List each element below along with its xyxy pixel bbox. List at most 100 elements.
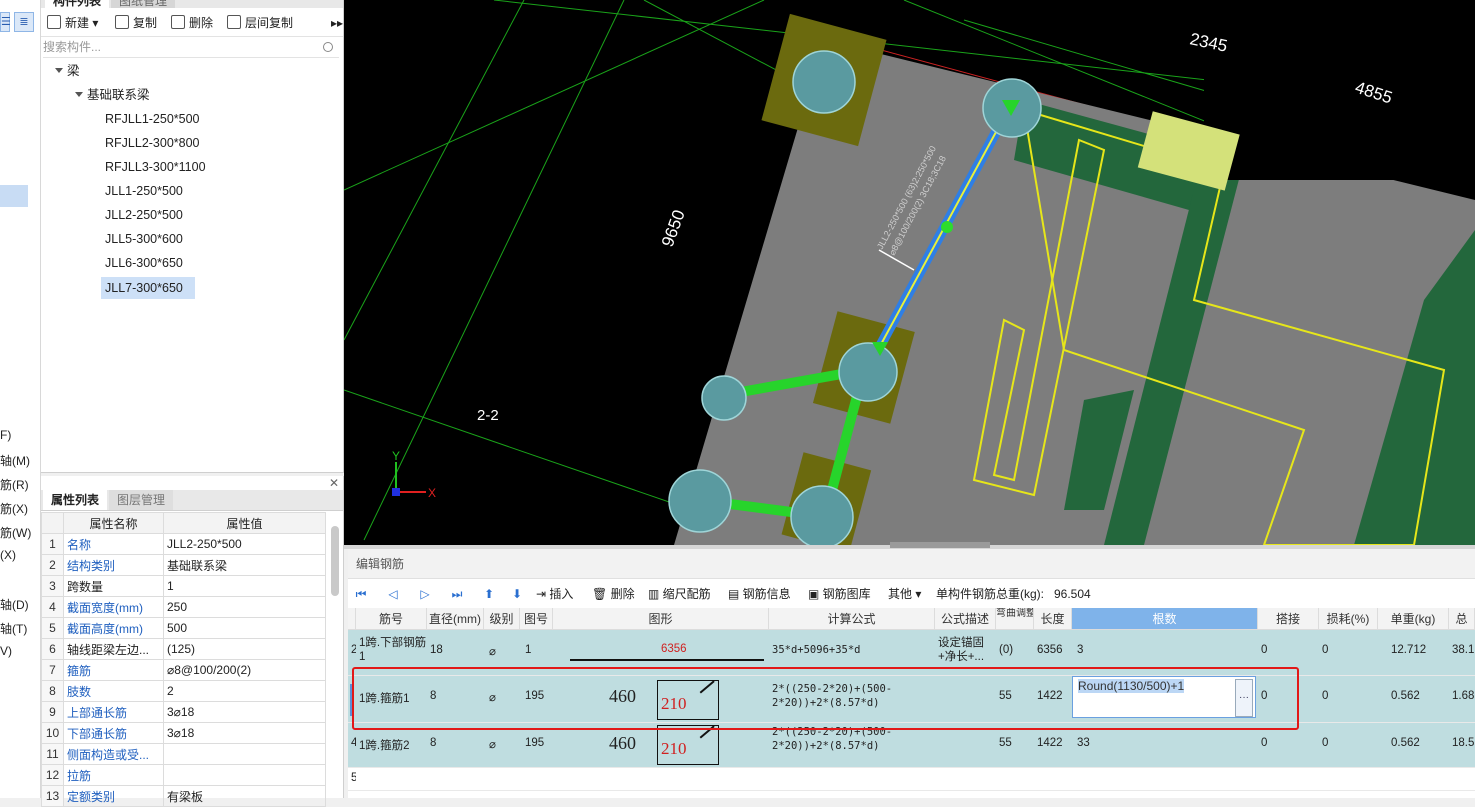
rebar-figure-no[interactable]: 1 bbox=[522, 644, 531, 656]
property-row[interactable]: 9 上部通长筋 3⌀18 bbox=[41, 701, 326, 723]
rebar-length[interactable]: 1422 bbox=[1034, 737, 1063, 749]
rebar-loss[interactable]: 0 bbox=[1319, 644, 1328, 656]
tree-item[interactable]: RFJLL3-300*1100 bbox=[105, 156, 206, 178]
nav-label[interactable]: F) bbox=[0, 428, 11, 442]
property-value[interactable]: 2 bbox=[163, 680, 326, 702]
property-value[interactable]: 250 bbox=[163, 596, 326, 618]
col-length[interactable]: 长度 bbox=[1034, 608, 1072, 630]
rebar-lap[interactable]: 0 bbox=[1258, 690, 1267, 702]
rebar-grade[interactable]: ⌀ bbox=[486, 690, 496, 704]
rebar-grade[interactable]: ⌀ bbox=[486, 737, 496, 751]
table-row-selected[interactable]: 1跨.箍筋1 8 ⌀ 195 460 210 2*((250-2*20)+(50… bbox=[348, 676, 1475, 723]
property-value[interactable]: JLL2-250*500 bbox=[163, 533, 326, 555]
move-up-icon[interactable]: ⬆ bbox=[482, 586, 496, 602]
rebar-diameter[interactable]: 8 bbox=[427, 737, 436, 749]
property-row[interactable]: 10 下部通长筋 3⌀18 bbox=[41, 722, 326, 744]
count-edit-value[interactable]: Round(1130/500)+1 bbox=[1078, 679, 1185, 693]
list-view-icon[interactable]: ☰ bbox=[0, 12, 11, 32]
nav-label[interactable]: 轴(D) bbox=[0, 596, 29, 613]
col-formula-desc[interactable]: 公式描述 bbox=[935, 608, 996, 630]
rebar-figure-no[interactable]: 195 bbox=[522, 737, 544, 749]
rebar-length[interactable]: 1422 bbox=[1034, 690, 1063, 702]
rebar-diameter[interactable]: 18 bbox=[427, 644, 443, 656]
property-row[interactable]: 11 侧面构造或受... bbox=[41, 743, 326, 765]
new-button[interactable]: 新建 ▾ bbox=[47, 14, 98, 32]
property-value[interactable]: 3⌀18 bbox=[163, 701, 326, 723]
tree-item[interactable]: JLL1-250*500 bbox=[105, 180, 183, 202]
property-value[interactable] bbox=[163, 743, 326, 765]
collapse-icon[interactable] bbox=[55, 68, 63, 73]
col-diameter[interactable]: 直径(mm) bbox=[427, 608, 484, 630]
property-row[interactable]: 7 箍筋 ⌀8@100/200(2) bbox=[41, 659, 326, 681]
property-value[interactable]: 基础联系梁 bbox=[163, 554, 326, 576]
close-icon[interactable]: ✕ bbox=[329, 476, 339, 490]
property-row[interactable]: 3 跨数量 1 bbox=[41, 575, 326, 597]
bend-adjust[interactable]: 55 bbox=[996, 690, 1012, 702]
floor-copy-button[interactable]: 层间复制 bbox=[227, 14, 293, 32]
rebar-figure-no[interactable]: 195 bbox=[522, 690, 544, 702]
table-row[interactable]: 2 1跨.下部钢筋1 18 ⌀ 1 6356 35*d+5096+35*d 设定… bbox=[348, 630, 1475, 676]
property-row[interactable]: 4 截面宽度(mm) 250 bbox=[41, 596, 326, 618]
col-unit-weight[interactable]: 单重(kg) bbox=[1378, 608, 1449, 630]
property-value[interactable] bbox=[163, 764, 326, 786]
col-grade[interactable]: 级别 bbox=[484, 608, 520, 630]
col-bend-adjust[interactable]: 弯曲调整 bbox=[996, 608, 1034, 630]
col-total-weight[interactable]: 总 bbox=[1449, 608, 1475, 630]
property-scrollbar[interactable] bbox=[331, 526, 339, 596]
rebar-library-button[interactable]: ▣ 钢筋图库 bbox=[808, 586, 871, 602]
tab-layer-management[interactable]: 图层管理 bbox=[109, 490, 174, 510]
property-row[interactable]: 13 定额类别 有梁板 bbox=[41, 785, 326, 807]
rebar-count[interactable]: 3 bbox=[1074, 644, 1083, 656]
search-input[interactable]: 搜索构件... bbox=[43, 37, 339, 58]
other-menu-button[interactable]: 其他 ▾ bbox=[888, 586, 921, 602]
nav-label[interactable]: 轴(M) bbox=[0, 452, 30, 469]
nav-label[interactable]: 筋(X) bbox=[0, 500, 28, 517]
col-lap[interactable]: 搭接 bbox=[1258, 608, 1319, 630]
property-value[interactable]: 500 bbox=[163, 617, 326, 639]
property-row[interactable]: 1 名称 JLL2-250*500 bbox=[41, 533, 326, 555]
search-icon[interactable] bbox=[323, 42, 333, 52]
tree-item[interactable]: JLL5-300*600 bbox=[105, 228, 183, 250]
col-shape[interactable]: 图形 bbox=[553, 608, 769, 630]
insert-button[interactable]: ⇥ 插入 bbox=[536, 586, 573, 602]
rebar-formula[interactable]: 35*d+5096+35*d bbox=[769, 644, 861, 656]
rebar-delete-button[interactable]: 🗑 删除 bbox=[592, 586, 635, 602]
ellipsis-button[interactable]: ··· bbox=[1235, 679, 1253, 717]
col-loss[interactable]: 损耗(%) bbox=[1319, 608, 1378, 630]
rebar-info-button[interactable]: ▤ 钢筋信息 bbox=[728, 586, 791, 602]
rebar-name[interactable]: 1跨.下部钢筋1 bbox=[356, 636, 427, 664]
tree-node-beam[interactable]: 梁 bbox=[55, 60, 80, 82]
rebar-name[interactable]: 1跨.箍筋1 bbox=[356, 690, 410, 706]
nav-label[interactable]: 筋(R) bbox=[0, 476, 29, 493]
tab-drawing-management[interactable]: 图纸管理 bbox=[111, 0, 176, 8]
col-rebar-no[interactable]: 筋号 bbox=[356, 608, 427, 630]
tree-node-group[interactable]: 基础联系梁 bbox=[75, 84, 150, 106]
nav-label[interactable]: V) bbox=[0, 644, 12, 658]
tree-item[interactable]: RFJLL1-250*500 bbox=[105, 108, 200, 130]
tree-item[interactable]: JLL6-300*650 bbox=[105, 252, 183, 274]
rebar-grade[interactable]: ⌀ bbox=[486, 644, 496, 658]
rebar-loss[interactable]: 0 bbox=[1319, 690, 1328, 702]
cad-drawing[interactable]: 2345 4855 9650 JLL2-250*500 (63)2:250*50… bbox=[344, 0, 1475, 545]
scale-rebar-button[interactable]: ▥ 缩尺配筋 bbox=[648, 586, 711, 602]
property-row[interactable]: 2 结构类别 基础联系梁 bbox=[41, 554, 326, 576]
rebar-length[interactable]: 6356 bbox=[1034, 644, 1063, 656]
property-row[interactable]: 5 截面高度(mm) 500 bbox=[41, 617, 326, 639]
nav-label[interactable]: (X) bbox=[0, 548, 16, 562]
bend-adjust[interactable]: 55 bbox=[996, 737, 1012, 749]
tree-item-selected[interactable]: JLL7-300*650 bbox=[101, 277, 195, 299]
beam-midpoint-handle[interactable] bbox=[941, 221, 953, 233]
tree-item[interactable]: JLL2-250*500 bbox=[105, 204, 183, 226]
property-value[interactable]: 3⌀18 bbox=[163, 722, 326, 744]
rebar-lap[interactable]: 0 bbox=[1258, 644, 1267, 656]
property-value[interactable]: 1 bbox=[163, 575, 326, 597]
last-record-icon[interactable]: ⏭ bbox=[450, 586, 464, 602]
splitter-handle[interactable] bbox=[890, 542, 990, 548]
selected-nav-item[interactable] bbox=[0, 185, 28, 207]
bend-adjust[interactable]: (0) bbox=[996, 644, 1013, 656]
next-record-icon[interactable]: ▷ bbox=[418, 586, 432, 602]
property-value[interactable]: 有梁板 bbox=[163, 785, 326, 807]
table-row-empty[interactable]: 5 bbox=[348, 768, 1475, 791]
rebar-formula[interactable]: 2*((250-2*20)+(500-2*20))+2*(8.57*d) bbox=[769, 682, 935, 710]
detail-view-icon[interactable]: ≣ bbox=[14, 12, 34, 32]
